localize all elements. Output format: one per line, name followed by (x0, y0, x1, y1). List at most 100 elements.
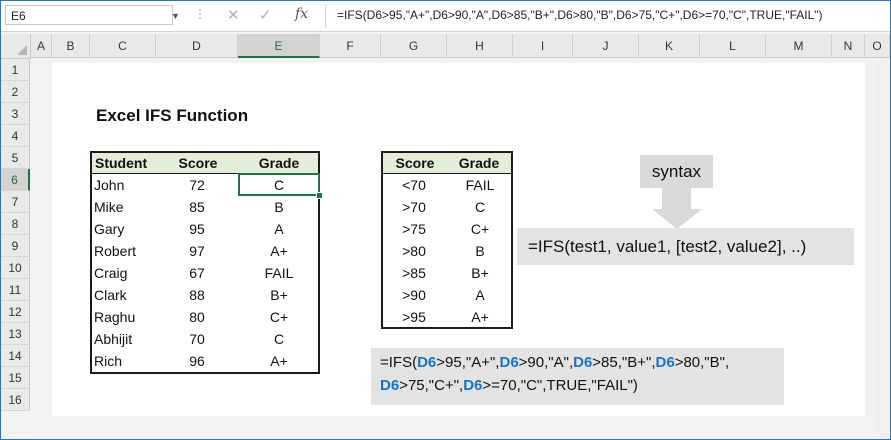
down-arrow-icon (662, 188, 691, 210)
grade-cell[interactable]: A (238, 218, 320, 240)
formula-text: >=70,"C",TRUE,"FAIL") (482, 377, 638, 394)
score-cell[interactable]: 85 (156, 196, 238, 218)
grade-cell[interactable]: A+ (238, 350, 320, 372)
lookup-score-cell[interactable]: >95 (381, 306, 447, 328)
enter-check-icon[interactable]: ✓ (259, 6, 272, 24)
cell-reference: D6 (573, 354, 593, 371)
lookup-score-cell[interactable]: >90 (381, 284, 447, 306)
score-cell[interactable]: 80 (156, 306, 238, 328)
column-header[interactable]: H (447, 34, 513, 58)
grade-cell[interactable]: C (238, 328, 320, 350)
cell-reference: D6 (380, 377, 400, 394)
vertical-scrollbar[interactable] (877, 59, 890, 439)
grade-cell[interactable]: FAIL (238, 262, 320, 284)
row-header[interactable]: 9 (1, 235, 30, 257)
grade-cell[interactable]: B (238, 196, 320, 218)
grade-cell[interactable]: A+ (238, 240, 320, 262)
row-header[interactable]: 7 (1, 191, 30, 213)
cell-reference: D6 (499, 354, 519, 371)
lookup-grade-cell[interactable]: B (447, 240, 513, 262)
cancel-icon[interactable]: ✕ (227, 6, 240, 24)
cell-reference: D6 (655, 354, 675, 371)
score-cell[interactable]: 72 (156, 174, 238, 196)
score-cell[interactable]: 88 (156, 284, 238, 306)
row-header[interactable]: 14 (1, 345, 30, 367)
score-cell[interactable]: 67 (156, 262, 238, 284)
formula-text: >75,"C+", (399, 377, 464, 394)
lookup-grade-cell[interactable]: A (447, 284, 513, 306)
formula-input[interactable]: =IFS(D6>95,"A+",D6>90,"A",D6>85,"B+",D6>… (337, 8, 823, 22)
lookup-grade-cell[interactable]: A+ (447, 306, 513, 328)
row-header[interactable]: 4 (1, 125, 30, 147)
column-header[interactable]: N (832, 34, 865, 58)
row-header-selected[interactable]: 6 (1, 169, 30, 191)
chevron-down-icon[interactable]: ▼ (171, 11, 180, 21)
formula-bar-divider (325, 4, 326, 28)
lookup-grade-cell[interactable]: B+ (447, 262, 513, 284)
page-title: Excel IFS Function (96, 106, 249, 125)
grade-cell[interactable]: C+ (238, 306, 320, 328)
row-header[interactable]: 15 (1, 367, 30, 389)
formula-text: >90,"A", (518, 354, 574, 371)
column-header[interactable]: K (639, 34, 700, 58)
more-options-icon[interactable]: ⋮ (194, 7, 206, 21)
column-header[interactable]: F (320, 34, 381, 58)
column-header[interactable]: C (90, 34, 156, 58)
row-header[interactable]: 12 (1, 301, 30, 323)
syntax-label: syntax (640, 155, 713, 188)
row-header[interactable]: 16 (1, 389, 30, 411)
lookup-score-cell[interactable]: >75 (381, 218, 447, 240)
row-header[interactable]: 1 (1, 59, 30, 81)
lookup-score-cell[interactable]: >85 (381, 262, 447, 284)
student-name-cell[interactable]: John (94, 174, 156, 196)
student-name-cell[interactable]: Robert (94, 240, 156, 262)
formula-text: >95,"A+", (436, 354, 500, 371)
row-header[interactable]: 13 (1, 323, 30, 345)
student-name-cell[interactable]: Raghu (94, 306, 156, 328)
down-arrow-head (652, 209, 702, 229)
student-name-cell[interactable]: Mike (94, 196, 156, 218)
student-name-cell[interactable]: Clark (94, 284, 156, 306)
grade-cell[interactable]: B+ (238, 284, 320, 306)
formula-text: >85,"B+", (592, 354, 656, 371)
row-header[interactable]: 3 (1, 103, 30, 125)
row-header[interactable]: 8 (1, 213, 30, 235)
score-cell[interactable]: 95 (156, 218, 238, 240)
student-name-cell[interactable]: Abhijit (94, 328, 156, 350)
row-header[interactable]: 5 (1, 147, 30, 169)
column-header[interactable]: D (156, 34, 238, 58)
column-header[interactable]: M (766, 34, 832, 58)
column-header-selected[interactable]: E (238, 34, 320, 58)
header-grade: Grade (458, 155, 500, 171)
column-header[interactable]: J (573, 34, 639, 58)
formula-text: >80,"B", (674, 354, 730, 371)
column-header[interactable]: A (31, 34, 52, 58)
fill-handle[interactable] (316, 192, 323, 199)
score-cell[interactable]: 70 (156, 328, 238, 350)
lookup-score-cell[interactable]: <70 (381, 174, 447, 196)
student-name-cell[interactable]: Rich (94, 350, 156, 372)
score-cell[interactable]: 96 (156, 350, 238, 372)
row-header[interactable]: 11 (1, 279, 30, 301)
select-all-button[interactable] (1, 34, 31, 59)
score-cell[interactable]: 97 (156, 240, 238, 262)
column-header[interactable]: B (52, 34, 90, 58)
column-header[interactable]: I (513, 34, 573, 58)
lookup-grade-cell[interactable]: C (447, 196, 513, 218)
lookup-score-cell[interactable]: >70 (381, 196, 447, 218)
column-header[interactable]: O (865, 34, 890, 58)
name-box[interactable]: E6 (5, 5, 173, 25)
lookup-grade-cell[interactable]: FAIL (447, 174, 513, 196)
selected-cell-e6[interactable] (238, 173, 320, 196)
lookup-grade-cell[interactable]: C+ (447, 218, 513, 240)
column-header[interactable]: G (381, 34, 447, 58)
cell-reference: D6 (463, 377, 483, 394)
row-header[interactable]: 10 (1, 257, 30, 279)
student-name-cell[interactable]: Craig (94, 262, 156, 284)
student-name-cell[interactable]: Gary (94, 218, 156, 240)
lookup-score-cell[interactable]: >80 (381, 240, 447, 262)
header-score: Score (395, 155, 435, 171)
row-header[interactable]: 2 (1, 81, 30, 103)
insert-function-icon[interactable]: fx (295, 6, 308, 22)
column-header[interactable]: L (700, 34, 766, 58)
